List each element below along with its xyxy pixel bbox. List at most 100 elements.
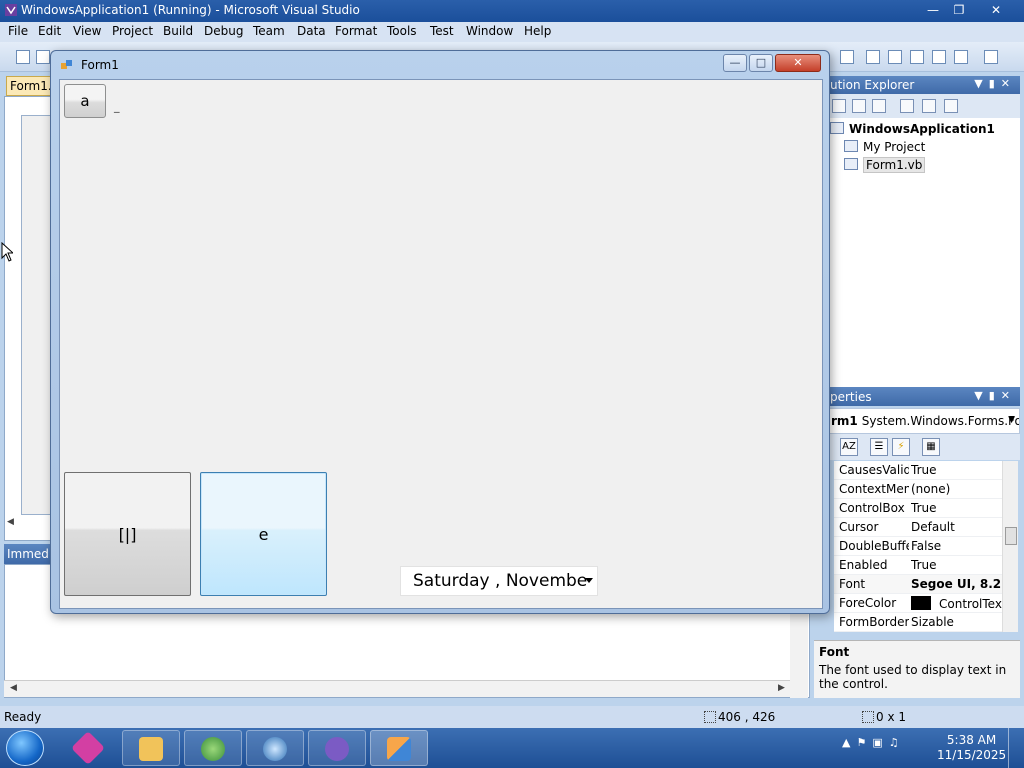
form1-minimize-button[interactable]: — [723, 54, 747, 72]
dropdown-arrow-icon[interactable] [585, 578, 593, 583]
new-project-icon[interactable] [16, 50, 30, 64]
immediate-window-header[interactable]: Immedi [4, 544, 56, 564]
extensions-icon[interactable] [984, 50, 998, 64]
menu-format[interactable]: Format [335, 24, 377, 38]
document-tab-form1[interactable]: Form1.vb [6, 76, 66, 96]
form-icon [61, 60, 72, 69]
object-type: System.Windows.Forms.Fo [861, 414, 1020, 428]
close-button[interactable]: ✕ [972, 1, 1020, 19]
property-row-font[interactable]: FontSegoe UI, 8.25pt [834, 575, 1002, 594]
menu-test[interactable]: Test [430, 24, 454, 38]
system-tray-icons[interactable]: ▲⚑▣♫ [842, 736, 905, 749]
menu-view[interactable]: View [73, 24, 101, 38]
menu-data[interactable]: Data [297, 24, 326, 38]
property-pages-icon[interactable]: ▦ [922, 438, 940, 456]
date-time-picker[interactable]: Saturday , Novembe [400, 566, 598, 596]
start-button-icon[interactable] [6, 730, 44, 766]
taskbar-app-visual-studio[interactable] [60, 730, 118, 766]
tree-item-project[interactable]: WindowsApplication1 [830, 122, 995, 136]
property-row[interactable]: Enabled True [834, 556, 1002, 575]
media-icon [263, 737, 287, 761]
form1-close-button[interactable]: ✕ [775, 54, 821, 72]
class-diagram-icon[interactable] [944, 99, 958, 113]
form1-maximize-button[interactable]: □ [749, 54, 773, 72]
properties-icon[interactable] [910, 50, 924, 64]
pane-controls[interactable]: ▼▮✕ [974, 77, 1016, 90]
form1-window: Form1 — □ ✕ a _ [|] e Saturday , Novembe [50, 50, 830, 614]
properties-view-icon[interactable]: ☰ [870, 438, 888, 456]
property-row[interactable]: ControlBox True [834, 499, 1002, 518]
immediate-horizontal-scrollbar[interactable]: ◀ ▶ [4, 680, 790, 697]
folder-icon [139, 737, 163, 761]
property-row[interactable]: FormBorderSSizable [834, 613, 1002, 632]
properties-title: perties [830, 390, 872, 404]
button-bracket[interactable]: [|] [64, 472, 191, 596]
menu-bar: File Edit View Project Build Debug Team … [0, 22, 1024, 42]
properties-small-icon[interactable] [852, 99, 866, 113]
property-grid-scrollbar[interactable] [1002, 461, 1018, 632]
taskbar-app-vs-running[interactable] [308, 730, 366, 766]
scroll-left-arrow-icon[interactable]: ◀ [10, 683, 17, 693]
open-file-icon[interactable] [36, 50, 50, 64]
menu-team[interactable]: Team [253, 24, 285, 38]
solution-tree: WindowsApplication1 My Project Form1.vb [828, 118, 1020, 390]
solution-explorer-icon[interactable] [888, 50, 902, 64]
status-bar: Ready 406 , 426 0 x 1 [0, 706, 1024, 728]
property-row[interactable]: Cursor Default [834, 518, 1002, 537]
menu-tools[interactable]: Tools [387, 24, 417, 38]
solution-explorer-header: ution Explorer ▼▮✕ [828, 76, 1020, 94]
menu-project[interactable]: Project [112, 24, 153, 38]
restore-button[interactable]: ❐ [946, 1, 972, 19]
taskbar-app-form1[interactable] [370, 730, 428, 766]
sort-alphabetical-icon[interactable]: AZ [840, 438, 858, 456]
form1-title: Form1 [81, 58, 119, 72]
toolbar-overflow-icon[interactable] [840, 50, 854, 64]
globe-icon [201, 737, 225, 761]
form1-client-area: a _ [|] e Saturday , Novembe [59, 79, 823, 609]
property-row[interactable]: ForeColor ControlText [834, 594, 1002, 613]
property-row[interactable]: DoubleBuffe False [834, 537, 1002, 556]
tree-item-my-project[interactable]: My Project [844, 140, 925, 154]
view-code-icon[interactable] [900, 99, 914, 113]
show-desktop-button[interactable] [1008, 728, 1024, 768]
show-all-files-icon[interactable] [832, 99, 846, 113]
menu-help[interactable]: Help [524, 24, 551, 38]
minimize-button[interactable]: — [920, 1, 946, 19]
object-name: rm1 [831, 414, 858, 428]
button-e[interactable]: e [200, 472, 327, 596]
selection-size: 0 x 1 [876, 710, 906, 724]
menu-edit[interactable]: Edit [38, 24, 61, 38]
object-browser-icon[interactable] [932, 50, 946, 64]
clock[interactable]: 5:38 AM 11/15/2025 [937, 733, 1006, 763]
clock-date: 11/15/2025 [937, 748, 1007, 762]
designer-surface: ◀ [4, 96, 56, 541]
menu-build[interactable]: Build [163, 24, 193, 38]
taskbar-app-file-explorer[interactable] [122, 730, 180, 766]
property-grid: CausesValidaTrue ContextMenu(none) Contr… [834, 461, 1002, 632]
menu-file[interactable]: File [8, 24, 28, 38]
description-text: The font used to display text in the con… [819, 663, 1007, 691]
taskbar-app-media[interactable] [246, 730, 304, 766]
scroll-right-arrow-icon[interactable]: ▶ [778, 683, 785, 693]
events-icon[interactable]: ⚡ [892, 438, 910, 456]
taskbar-app-internet-explorer[interactable] [184, 730, 242, 766]
form-app-icon [387, 737, 411, 761]
button-a[interactable]: a [64, 84, 106, 118]
menu-window[interactable]: Window [466, 24, 513, 38]
refresh-icon[interactable] [872, 99, 886, 113]
size-icon [862, 711, 874, 723]
tree-item-form1[interactable]: Form1.vb [844, 157, 926, 173]
position-icon [704, 711, 716, 723]
view-designer-icon[interactable] [922, 99, 936, 113]
object-selector[interactable]: rm1 System.Windows.Forms.Fo ▼ [828, 408, 1020, 434]
description-title: Font [819, 645, 850, 659]
property-row[interactable]: ContextMenu(none) [834, 480, 1002, 499]
scroll-left-icon[interactable]: ◀ [7, 517, 14, 527]
toolbox-icon[interactable] [954, 50, 968, 64]
scroll-thumb[interactable] [1005, 527, 1017, 545]
solution-explorer-title: ution Explorer [830, 78, 915, 92]
navigate-forward-icon[interactable] [866, 50, 880, 64]
pane-controls[interactable]: ▼▮✕ [974, 389, 1016, 402]
property-row[interactable]: CausesValidaTrue [834, 461, 1002, 480]
menu-debug[interactable]: Debug [204, 24, 243, 38]
